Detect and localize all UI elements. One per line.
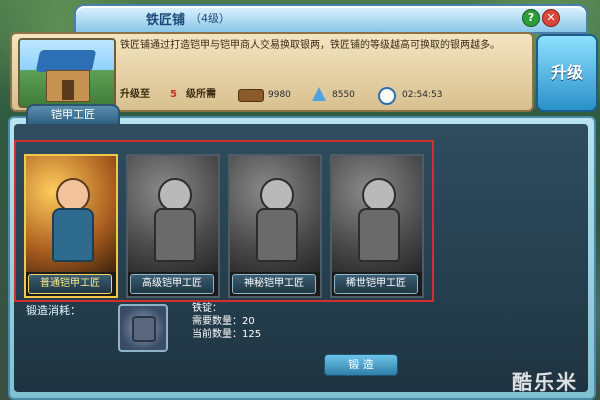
craftsman-avatar bbox=[56, 178, 90, 212]
craftsman-name: 稀世铠甲工匠 bbox=[334, 274, 418, 294]
building-info-bar: 铁匠铺通过打造铠甲与铠甲商人交易换取银两，铁匠铺的等级越高可换取的银两越多。 升… bbox=[10, 32, 534, 112]
craftsman-scene bbox=[128, 156, 218, 272]
upgrade-time: 02:54:53 bbox=[402, 90, 443, 100]
forge-button[interactable]: 锻 造 bbox=[324, 354, 398, 376]
material-required: 需要数量：20 bbox=[192, 316, 255, 327]
craftsman-card-common[interactable]: 普通铠甲工匠 bbox=[24, 154, 118, 298]
forge-cost-label: 锻造消耗： bbox=[26, 304, 81, 317]
craftsman-avatar bbox=[158, 178, 192, 212]
upgrade-to-label: 升级至 bbox=[120, 89, 150, 100]
upgrade-target-level: 5 bbox=[170, 89, 177, 100]
craftsman-scene bbox=[230, 156, 320, 272]
site-watermark: 酷乐米 bbox=[512, 370, 578, 394]
craftsman-body bbox=[154, 208, 196, 262]
window-titlebar: 铁匠铺 （4级） ? ✕ bbox=[74, 4, 588, 34]
help-button[interactable]: ? bbox=[522, 9, 540, 27]
material-current: 当前数量：125 bbox=[192, 329, 262, 340]
building-description: 铁匠铺通过打造铠甲与铠甲商人交易换取银两，铁匠铺的等级越高可换取的银两越多。 bbox=[120, 40, 500, 51]
close-button[interactable]: ✕ bbox=[542, 9, 560, 27]
crystal-icon bbox=[312, 87, 326, 101]
iron-ingot-icon bbox=[132, 316, 156, 342]
building-level: （4级） bbox=[190, 12, 230, 25]
required-label: 级所需 bbox=[186, 89, 216, 100]
craftsman-avatar bbox=[362, 178, 396, 212]
blacksmith-window: 铁匠铺 （4级） ? ✕ 铁匠铺通过打造铠甲与铠甲商人交易换取银两，铁匠铺的等级… bbox=[4, 2, 598, 400]
craftsman-card-advanced[interactable]: 高级铠甲工匠 bbox=[126, 154, 220, 298]
blacksmith-building-icon bbox=[18, 38, 116, 108]
craftsman-selection-frame: 普通铠甲工匠 高级铠甲工匠 神秘铠甲工匠 稀世铠甲工匠 bbox=[14, 140, 434, 302]
craftsman-avatar bbox=[260, 178, 294, 212]
wood-icon bbox=[238, 89, 264, 102]
upgrade-requirements: 升级至 5 级所需 9980 8550 02:54:53 bbox=[120, 86, 530, 105]
craftsman-body bbox=[52, 208, 94, 262]
window-title: 铁匠铺 bbox=[146, 13, 186, 28]
material-info: 铁锭： 需要数量：20 当前数量：125 bbox=[192, 302, 261, 341]
crystal-required: 8550 bbox=[332, 90, 355, 100]
iron-ingot-slot[interactable] bbox=[118, 304, 168, 352]
craftsman-body bbox=[256, 208, 298, 262]
craftsman-card-mysterious[interactable]: 神秘铠甲工匠 bbox=[228, 154, 322, 298]
building-roof bbox=[35, 50, 97, 72]
tab-armor-craftsmen[interactable]: 铠甲工匠 bbox=[26, 104, 120, 124]
craftsman-card-rare[interactable]: 稀世铠甲工匠 bbox=[330, 154, 424, 298]
wood-required: 9980 bbox=[268, 90, 291, 100]
clock-icon bbox=[378, 87, 396, 105]
game-stage: 铁匠铺 （4级） ? ✕ 铁匠铺通过打造铠甲与铠甲商人交易换取银两，铁匠铺的等级… bbox=[0, 0, 600, 400]
craftsman-body bbox=[358, 208, 400, 262]
craftsman-name: 普通铠甲工匠 bbox=[28, 274, 112, 294]
craftsman-name: 神秘铠甲工匠 bbox=[232, 274, 316, 294]
craftsman-name: 高级铠甲工匠 bbox=[130, 274, 214, 294]
craftsman-scene bbox=[332, 156, 422, 272]
building-door bbox=[62, 80, 74, 100]
upgrade-button[interactable]: 升级 bbox=[536, 34, 598, 112]
material-name: 铁锭： bbox=[192, 303, 222, 314]
craftsman-scene bbox=[26, 156, 116, 272]
